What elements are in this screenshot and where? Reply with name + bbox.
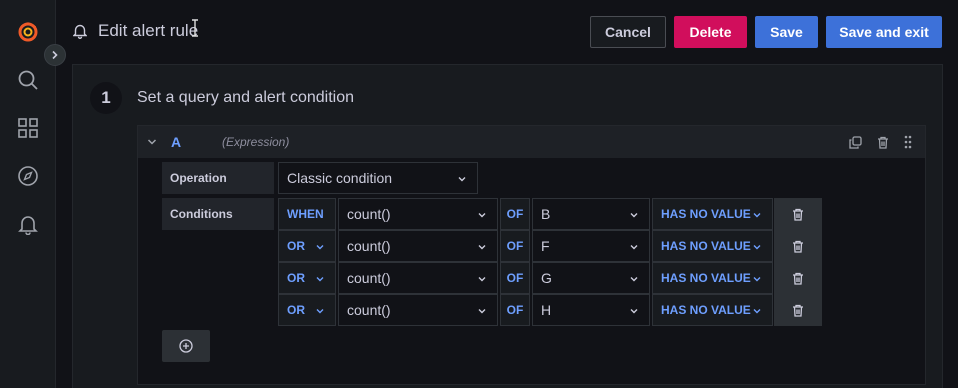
chevron-down-icon [630,213,638,218]
chevron-down-icon [630,309,638,314]
dashboards-icon[interactable] [16,116,40,140]
query-ref-id[interactable]: A [171,134,181,150]
condition-operator[interactable]: OR [278,230,336,262]
query-select[interactable]: G [532,262,650,294]
query-select[interactable]: B [532,198,650,230]
collapse-chevron-icon[interactable] [146,136,158,148]
remove-condition-button[interactable] [774,262,822,294]
step-number: 1 [90,82,122,114]
chevron-down-icon [478,213,486,218]
operation-value: Classic condition [287,170,393,186]
trash-icon [793,208,803,221]
evaluator-select[interactable]: HAS NO VALUE [652,230,773,262]
chevron-down-icon [316,309,324,314]
trash-icon [793,304,803,317]
bell-icon [73,24,87,39]
chevron-down-icon [630,277,638,282]
condition-operator[interactable]: OR [278,294,336,326]
chevron-down-icon [478,245,486,250]
delete-button[interactable]: Delete [674,16,747,48]
chevron-down-icon [316,245,324,250]
drag-handle-icon[interactable] [901,135,915,149]
chevron-down-icon [753,213,761,218]
explore-compass-icon[interactable] [16,164,40,188]
chevron-down-icon [316,277,324,282]
chevron-right-icon [52,50,58,60]
add-condition-button[interactable] [162,330,210,362]
chevron-down-icon [753,277,761,282]
of-label: OF [500,230,530,262]
reducer-select[interactable]: count() [338,198,498,230]
reducer-select[interactable]: count() [338,262,498,294]
chevron-down-icon [630,245,638,250]
trash-icon [793,240,803,253]
evaluator-select[interactable]: HAS NO VALUE [652,294,773,326]
of-label: OF [500,294,530,326]
query-select[interactable]: H [532,294,650,326]
conditions-label: Conditions [162,198,274,230]
chevron-down-icon [478,309,486,314]
cancel-button[interactable]: Cancel [590,16,666,48]
step-title: Set a query and alert condition [137,89,355,106]
chevron-down-icon [753,245,761,250]
trash-icon[interactable] [876,135,890,149]
query-header: A (Expression) [138,126,925,158]
alerting-bell-icon[interactable] [16,212,40,236]
save-and-exit-button[interactable]: Save and exit [826,16,942,48]
evaluator-select[interactable]: HAS NO VALUE [652,198,773,230]
remove-condition-button[interactable] [774,294,822,326]
query-editor: A (Expression) Operation Classic conditi… [137,125,926,385]
page-header: Edit alert rule [56,0,958,64]
condition-operator[interactable]: OR [278,262,336,294]
trash-icon [793,272,803,285]
query-type: (Expression) [222,135,290,149]
add-circle-icon [179,339,193,353]
grafana-logo-icon[interactable] [16,20,40,44]
page-title: Edit alert rule [98,21,199,40]
of-label: OF [500,198,530,230]
save-button[interactable]: Save [755,16,818,48]
of-label: OF [500,262,530,294]
evaluator-select[interactable]: HAS NO VALUE [652,262,773,294]
query-select[interactable]: F [532,230,650,262]
remove-condition-button[interactable] [774,230,822,262]
text-cursor-icon [192,19,198,37]
duplicate-icon[interactable] [848,135,862,149]
chevron-down-icon [753,309,761,314]
operation-label: Operation [162,162,274,194]
reducer-select[interactable]: count() [338,230,498,262]
operation-select[interactable]: Classic condition [278,162,478,194]
remove-condition-button[interactable] [774,198,822,230]
search-icon[interactable] [16,68,40,92]
chevron-down-icon [458,177,466,182]
step-panel: 1 Set a query and alert condition A (Exp… [72,64,943,388]
chevron-down-icon [478,277,486,282]
reducer-select[interactable]: count() [338,294,498,326]
condition-operator[interactable]: WHEN [278,198,336,230]
expand-sidebar-button[interactable] [44,44,66,66]
